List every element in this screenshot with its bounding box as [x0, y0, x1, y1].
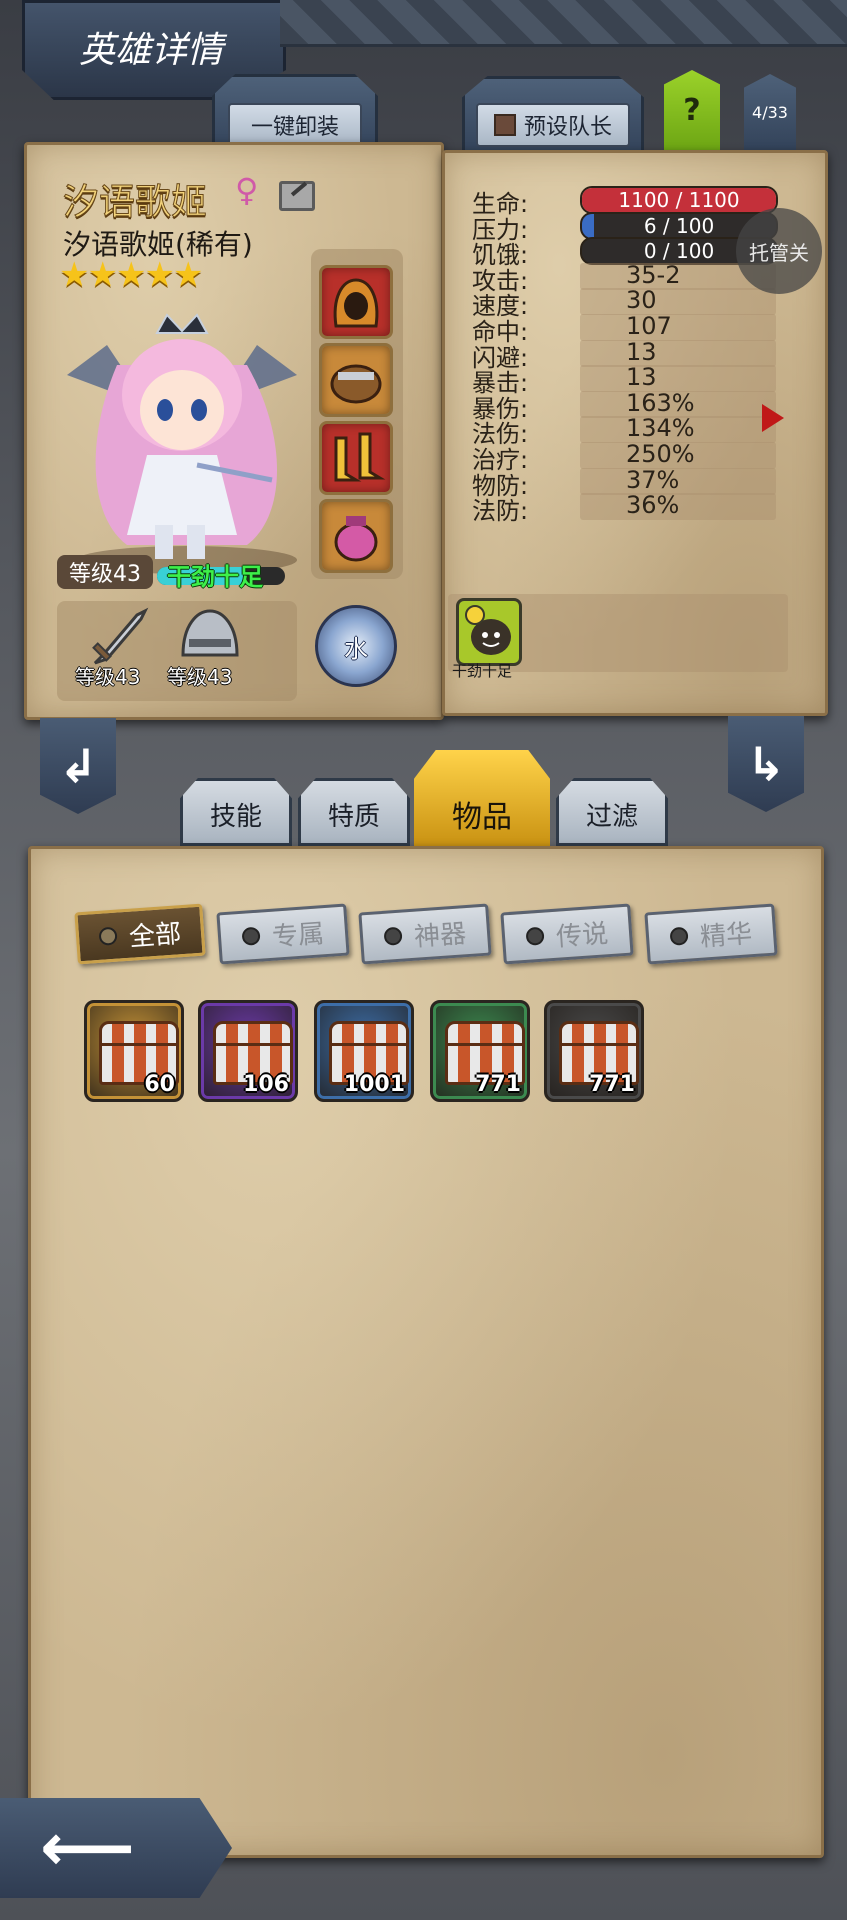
sword-icon: [92, 607, 149, 665]
tab-items[interactable]: 物品: [414, 750, 550, 846]
armor-level: 等级43: [167, 665, 233, 689]
hero-portrait: [47, 285, 317, 575]
stat-value: 30: [626, 286, 657, 314]
item-count: 771: [475, 1072, 521, 1097]
element-badge: 水: [315, 605, 397, 687]
stat-value: 37%: [626, 466, 680, 494]
page-counter: 4/33: [752, 102, 788, 122]
preset-leader-tab: 预设队长: [462, 76, 644, 153]
top-ornament-bar: [280, 0, 847, 47]
filter-label: 精华: [699, 918, 754, 953]
filter-button[interactable]: 精华: [644, 903, 778, 965]
hood-icon: [333, 278, 379, 328]
stat-value: 13: [626, 338, 657, 366]
page-counter-tab: 4/33: [744, 74, 796, 150]
filter-label: 专属: [271, 918, 326, 953]
hero-level-badge: 等级43: [57, 555, 153, 589]
tab-skills[interactable]: 技能: [180, 778, 292, 846]
treasure-chest-item[interactable]: 771: [430, 1000, 530, 1102]
treasure-chest-item[interactable]: 1001: [314, 1000, 414, 1102]
filter-button[interactable]: 神器: [358, 903, 492, 965]
treasure-chest-item[interactable]: 106: [198, 1000, 298, 1102]
weapon-level: 等级43: [75, 665, 141, 689]
prev-hero-button[interactable]: ↲: [40, 718, 116, 814]
belt-icon: [330, 364, 382, 404]
checkbox-icon[interactable]: [493, 114, 516, 136]
stat-value: 163%: [626, 389, 695, 417]
tab-traits-label: 特质: [327, 802, 380, 832]
stats-expand-arrow-icon[interactable]: [762, 404, 784, 432]
filter-dot-icon: [669, 926, 689, 946]
page-title: 英雄详情: [79, 30, 224, 71]
trait-badge[interactable]: [456, 598, 522, 666]
hero-card: 汐语歌姬 ♀ 汐语歌姬(稀有) ★★★★★ 等级43 干劲十足 等级43 等级4…: [24, 142, 444, 720]
filter-dot-icon: [383, 926, 403, 946]
stat-value: 36%: [626, 491, 680, 519]
return-left-arrow-icon: ↲: [58, 739, 98, 793]
filter-label: 神器: [413, 918, 468, 953]
stat-value: 107: [626, 312, 672, 340]
equip-slot-hood[interactable]: [319, 265, 393, 339]
return-right-arrow-icon: ↳: [746, 737, 786, 791]
item-count: 771: [589, 1072, 635, 1097]
stat-bar: 1100 / 1100: [580, 186, 778, 214]
stat-value: 134%: [626, 414, 695, 442]
edit-name-icon[interactable]: [279, 181, 315, 211]
tab-skills-label: 技能: [209, 802, 262, 832]
treasure-chest-item[interactable]: 60: [84, 1000, 184, 1102]
filter-button[interactable]: 专属: [216, 903, 350, 965]
filter-label: 全部: [128, 918, 183, 953]
item-count: 106: [243, 1072, 289, 1097]
stat-row-band: [580, 314, 776, 341]
item-count: 1001: [343, 1072, 405, 1097]
helmet-icon: [181, 609, 239, 657]
stat-row-band: [580, 365, 776, 392]
filter-button[interactable]: 全部: [74, 903, 206, 965]
filter-label: 传说: [555, 918, 610, 953]
auto-mode-label: 托管关: [749, 240, 809, 265]
armor-slot[interactable]: [175, 605, 245, 667]
filter-dot-icon: [241, 926, 261, 946]
weapon-slot[interactable]: [83, 607, 153, 669]
equip-slot-pouch[interactable]: [319, 499, 393, 573]
equip-slot-boots[interactable]: [319, 421, 393, 495]
element-label: 水: [344, 634, 368, 663]
treasure-chest-item[interactable]: 771: [544, 1000, 644, 1102]
back-button[interactable]: ⟵: [0, 1798, 232, 1898]
trait-badge-label: 干劲十足: [452, 662, 513, 680]
boots-icon: [334, 432, 386, 482]
preset-leader-button[interactable]: 预设队长: [476, 103, 630, 147]
hero-level: 等级43: [69, 562, 141, 587]
stat-label: 法防:: [472, 497, 529, 525]
filter-dot-icon: [525, 926, 545, 946]
stat-value: 35-2: [626, 261, 681, 289]
mood-label: 干劲十足: [167, 563, 263, 591]
pouch-icon: [334, 516, 378, 562]
auto-mode-button[interactable]: 托管关: [736, 208, 822, 294]
filter-button[interactable]: 传说: [500, 903, 634, 965]
female-icon: ♀: [235, 171, 259, 209]
stat-value: 13: [626, 363, 657, 391]
back-arrow-icon: ⟵: [40, 1809, 135, 1886]
filter-dot-icon: [98, 926, 118, 946]
item-count: 60: [144, 1072, 175, 1097]
unequip-all-button[interactable]: 一键卸装: [228, 103, 362, 147]
help-button[interactable]: ?: [664, 70, 720, 150]
inventory-panel: [28, 846, 824, 1858]
preset-leader-label: 预设队长: [523, 115, 612, 140]
hero-name: 汐语歌姬: [62, 182, 208, 224]
tab-filter-label: 过滤: [585, 802, 638, 832]
unequip-all-label: 一键卸装: [250, 115, 339, 140]
tab-items-label: 物品: [452, 800, 512, 835]
help-icon: ?: [683, 92, 701, 128]
stat-value: 250%: [626, 440, 695, 468]
stat-row-band: [580, 288, 776, 315]
next-hero-button[interactable]: ↳: [728, 716, 804, 812]
smile-face-icon: [465, 605, 511, 655]
stat-value: 1100 / 1100: [618, 188, 740, 212]
equip-slot-belt[interactable]: [319, 343, 393, 417]
tab-filter[interactable]: 过滤: [556, 778, 668, 846]
tab-traits[interactable]: 特质: [298, 778, 410, 846]
stat-row-band: [580, 340, 776, 367]
